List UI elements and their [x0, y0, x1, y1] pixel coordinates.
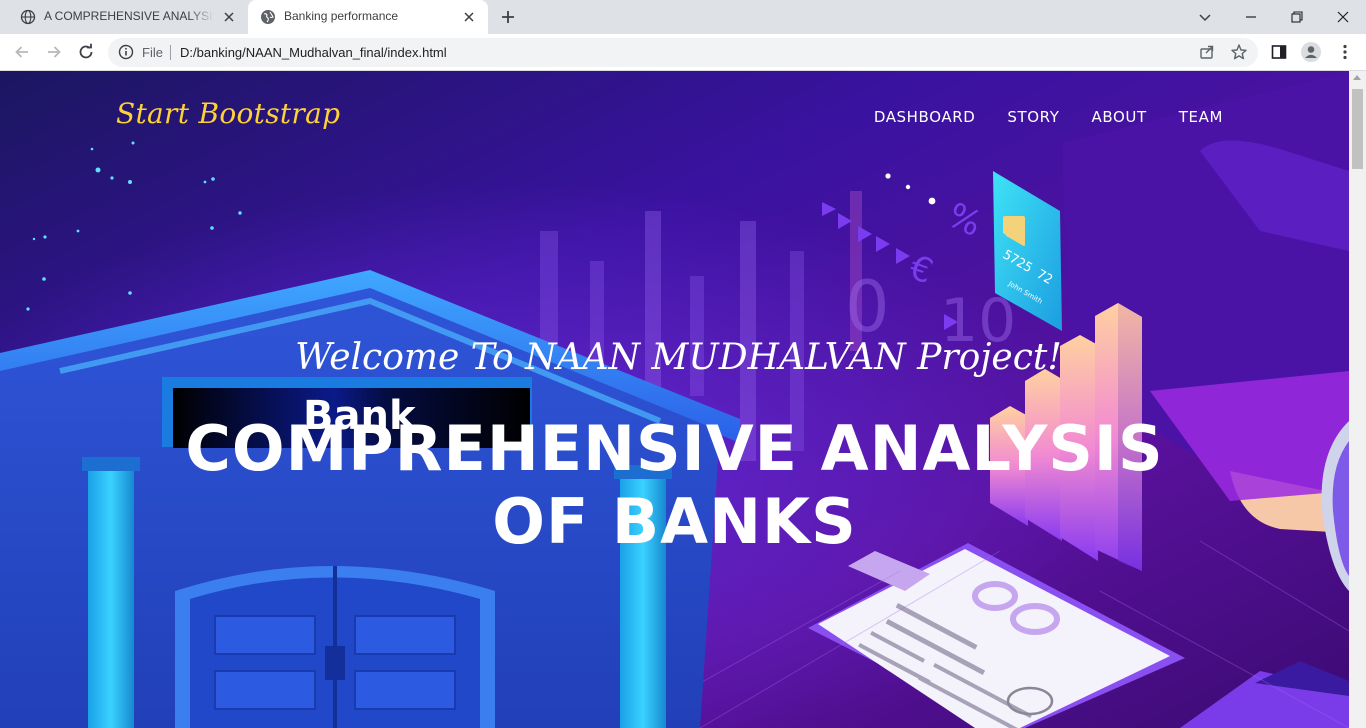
scroll-up-arrow-icon[interactable] — [1353, 75, 1361, 80]
divider — [170, 45, 171, 60]
site-navbar: Start Bootstrap DASHBOARD STORY ABOUT TE… — [0, 71, 1349, 163]
minimize-icon — [1246, 16, 1256, 18]
restore-button[interactable] — [1274, 0, 1320, 34]
masthead-heading-line: COMPREHENSIVE ANALYSIS — [185, 412, 1164, 485]
scheme-label: File — [142, 45, 163, 60]
hero-background-illustration: 0 10 % € 5725 72 John Smith Bank — [0, 71, 1349, 728]
address-bar[interactable]: File D:/banking/NAAN_Mudhalvan_final/ind… — [108, 38, 1258, 67]
page-viewport: 0 10 % € 5725 72 John Smith Bank Start B… — [0, 71, 1349, 728]
nav-link-dashboard[interactable]: DASHBOARD — [874, 108, 976, 126]
masthead-subheading: Welcome To NAAN MUDHALVAN Project! — [295, 337, 1062, 378]
star-icon[interactable] — [1230, 43, 1248, 61]
globe-icon — [20, 9, 36, 25]
url-text[interactable]: D:/banking/NAAN_Mudhalvan_final/index.ht… — [180, 45, 447, 60]
chevron-down-icon — [1199, 14, 1211, 22]
chart-digit-text: 0 — [845, 266, 890, 348]
browser-tab-1[interactable]: A COMPREHENSIVE ANALYSIS OF BANKS — [8, 0, 248, 34]
tab-title: Banking performance — [284, 9, 399, 23]
nav-menu: DASHBOARD STORY ABOUT TEAM — [874, 108, 1223, 126]
browser-toolbar: File D:/banking/NAAN_Mudhalvan_final/ind… — [0, 34, 1366, 71]
close-icon[interactable] — [462, 10, 476, 24]
browser-tab-strip: A COMPREHENSIVE ANALYSIS OF BANKS Bankin… — [0, 0, 1366, 34]
back-button[interactable] — [11, 41, 33, 63]
nav-link-story[interactable]: STORY — [1007, 108, 1059, 126]
nav-link-about[interactable]: ABOUT — [1092, 108, 1147, 126]
tab-search-button[interactable] — [1182, 0, 1228, 34]
more-vertical-icon — [1343, 44, 1347, 60]
profile-button[interactable] — [1301, 42, 1321, 62]
arrow-left-icon — [15, 46, 28, 58]
nav-link-team[interactable]: TEAM — [1179, 108, 1223, 126]
arrow-right-icon — [48, 46, 61, 58]
minimize-button[interactable] — [1228, 0, 1274, 34]
avatar-icon — [1301, 42, 1321, 62]
page-scrollbar[interactable] — [1349, 71, 1366, 728]
close-window-button[interactable] — [1320, 0, 1366, 34]
reload-icon — [79, 43, 93, 59]
tab-title: A COMPREHENSIVE ANALYSIS OF BANKS — [44, 9, 214, 23]
browser-tab-2[interactable]: Banking performance — [248, 0, 488, 34]
new-tab-plus-icon[interactable] — [498, 7, 518, 27]
scrollbar-thumb[interactable] — [1352, 89, 1363, 169]
menu-button[interactable] — [1335, 42, 1355, 62]
forward-button[interactable] — [43, 41, 65, 63]
share-icon[interactable] — [1198, 43, 1216, 61]
side-panel-icon — [1271, 45, 1287, 59]
close-icon — [1337, 11, 1349, 23]
close-icon[interactable] — [222, 10, 236, 24]
masthead-heading: COMPREHENSIVE ANALYSIS OF BANKS — [0, 412, 1349, 558]
info-icon[interactable] — [118, 44, 134, 60]
brand-logo-link[interactable]: Start Bootstrap — [116, 97, 340, 130]
globe-icon — [261, 10, 275, 24]
restore-icon — [1291, 11, 1303, 23]
side-panel-button[interactable] — [1269, 42, 1289, 62]
masthead-heading-line: OF BANKS — [492, 485, 857, 558]
reload-button[interactable] — [75, 41, 97, 63]
